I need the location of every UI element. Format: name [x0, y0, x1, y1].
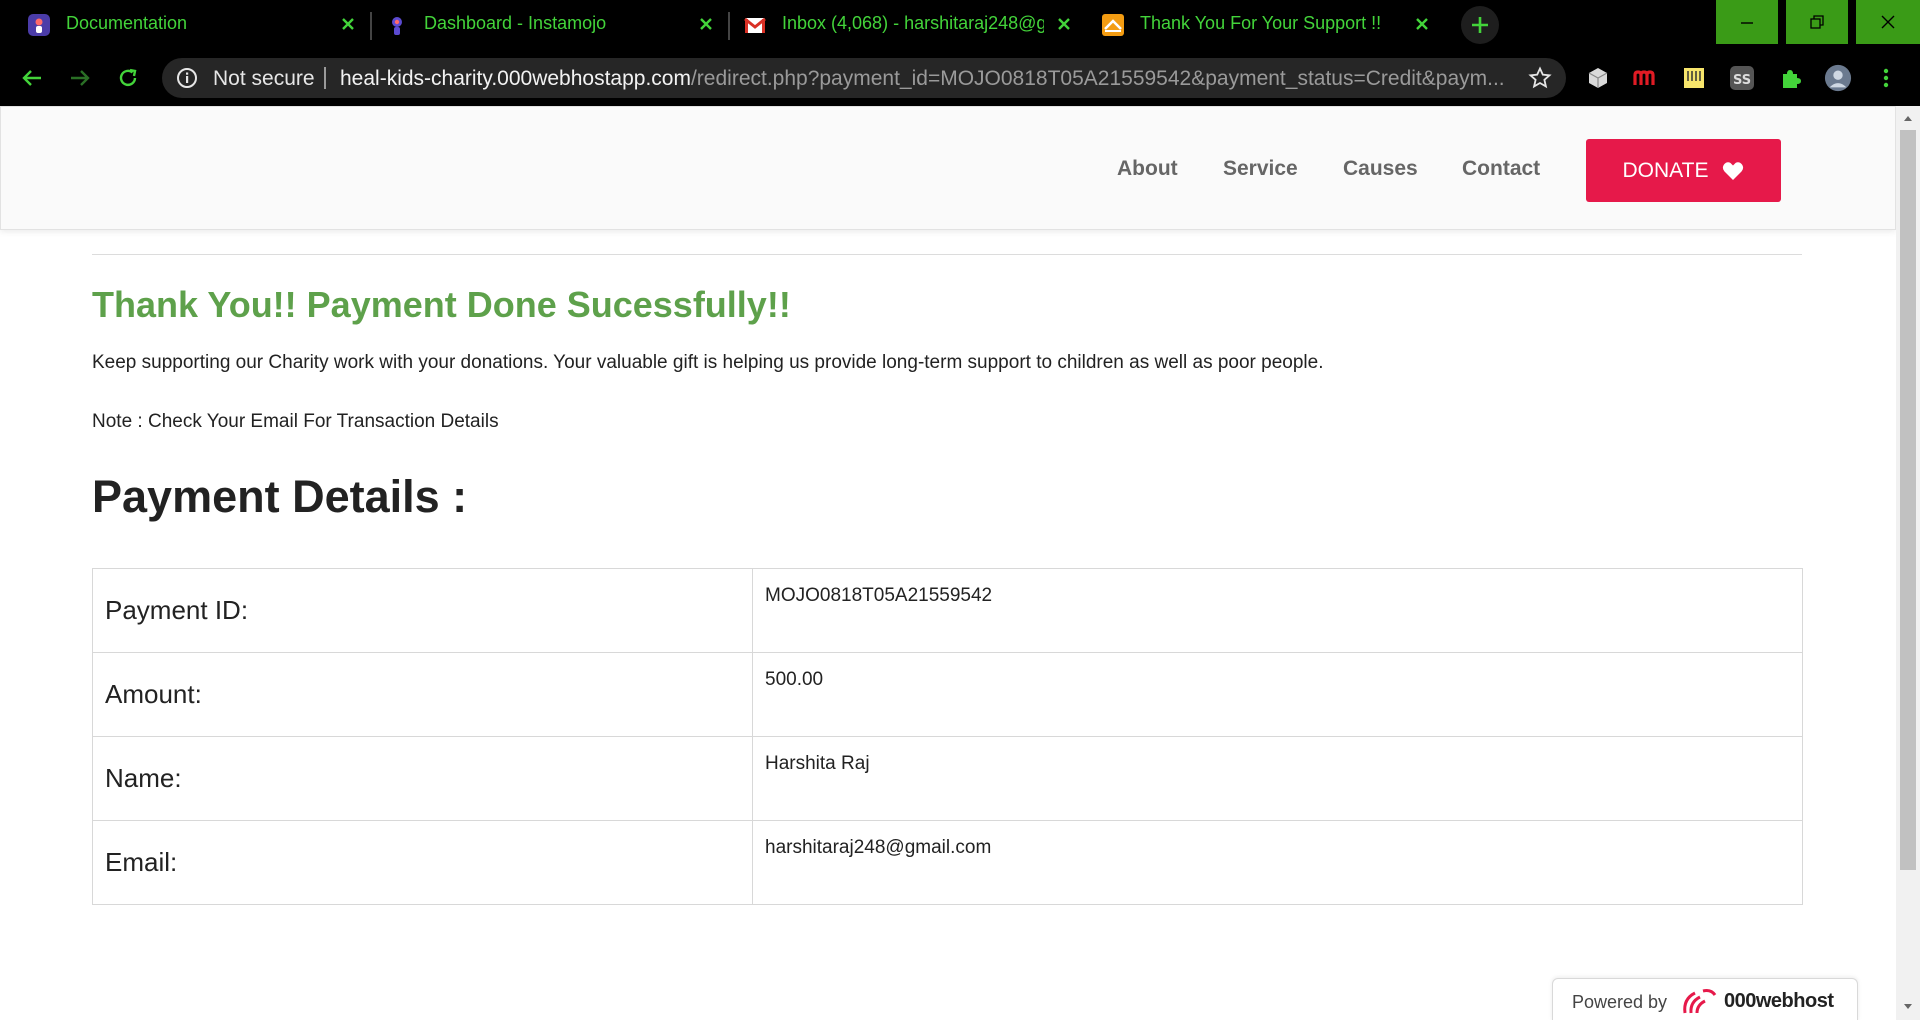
- browser-tab-bar: Documentation Dashboard - Instamojo Inbo…: [0, 0, 1920, 50]
- restore-button[interactable]: [1786, 0, 1848, 44]
- gmail-icon: [744, 17, 766, 33]
- reload-icon: [119, 68, 137, 87]
- cube-extension-icon[interactable]: [1584, 64, 1612, 92]
- heart-icon: [1723, 161, 1744, 180]
- content-divider: [92, 254, 1802, 255]
- payment-success-heading: Thank You!! Payment Done Sucessfully!!: [92, 284, 791, 325]
- payment-details-heading: Payment Details :: [92, 471, 468, 522]
- svg-text:SS: SS: [1733, 73, 1751, 88]
- security-label: Not secure: [213, 67, 315, 90]
- new-tab-button[interactable]: [1461, 6, 1499, 44]
- payment-id-label: Payment ID:: [92, 568, 753, 653]
- close-window-button[interactable]: [1856, 0, 1920, 44]
- url-host: heal-kids-charity.000webhostapp.com: [340, 67, 691, 90]
- info-icon[interactable]: [176, 67, 198, 89]
- url-path: /redirect.php?payment_id=MOJO0818T05A215…: [690, 67, 1505, 90]
- amount-value: 500.00: [752, 652, 1803, 737]
- donate-label: DONATE: [1622, 158, 1709, 182]
- restore-icon: [1810, 15, 1824, 29]
- powered-by-label: Powered by: [1572, 992, 1668, 1012]
- payment-id-value: MOJO0818T05A21559542: [752, 568, 1803, 653]
- email-label: Email:: [92, 820, 753, 905]
- scroll-up-arrow-icon[interactable]: [1900, 110, 1916, 126]
- address-bar[interactable]: Not secure heal-kids-charity.000webhosta…: [162, 58, 1566, 98]
- email-value: harshitaraj248@gmail.com: [752, 820, 1803, 905]
- tab-title: Thank You For Your Support !!: [1140, 13, 1382, 33]
- instamojo-icon: [392, 17, 402, 35]
- name-label: Name:: [92, 736, 753, 821]
- menu-kebab-icon[interactable]: [1872, 64, 1900, 92]
- tab-title: Dashboard - Instamojo: [424, 13, 607, 33]
- nav-link-contact[interactable]: Contact: [1462, 157, 1540, 181]
- tab-title: Documentation: [66, 13, 188, 33]
- table-row: Payment ID: MOJO0818T05A21559542: [92, 568, 1803, 653]
- tab-close-icon[interactable]: [1408, 10, 1436, 38]
- support-message: Keep supporting our Charity work with yo…: [92, 352, 1324, 373]
- profile-avatar[interactable]: [1824, 64, 1852, 92]
- nav-link-about[interactable]: About: [1117, 157, 1178, 181]
- m-extension-icon[interactable]: [1632, 64, 1660, 92]
- notes-extension-icon[interactable]: [1680, 64, 1708, 92]
- tab-thank-you-active[interactable]: Thank You For Your Support !!: [1074, 0, 1442, 50]
- bookmark-star-icon[interactable]: [1528, 66, 1552, 90]
- arrow-left-icon: [22, 70, 41, 86]
- table-row: Email: harshitaraj248@gmail.com: [92, 820, 1803, 905]
- scroll-down-arrow-icon[interactable]: [1900, 999, 1916, 1015]
- tab-dashboard-instamojo[interactable]: Dashboard - Instamojo: [358, 0, 726, 50]
- amount-label: Amount:: [92, 652, 753, 737]
- donate-button[interactable]: DONATE: [1586, 139, 1781, 202]
- powered-by-badge[interactable]: Powered by 000webhost: [1552, 978, 1858, 1020]
- page-viewport: About Service Causes Contact DONATE Than…: [0, 106, 1896, 1020]
- table-row: Amount: 500.00: [92, 652, 1803, 737]
- url-text[interactable]: heal-kids-charity.000webhostapp.com/redi…: [340, 67, 1505, 91]
- arrow-right-icon: [71, 70, 90, 86]
- minimize-button[interactable]: [1716, 0, 1778, 44]
- puzzle-extensions-icon[interactable]: [1776, 64, 1804, 92]
- name-value: Harshita Raj: [752, 736, 1803, 821]
- 000webhost-logo-icon: [1683, 989, 1717, 1014]
- nav-link-service[interactable]: Service: [1223, 157, 1298, 181]
- instamojo-icon: [28, 14, 50, 36]
- forward-button[interactable]: [64, 62, 96, 94]
- 000webhost-icon: [1102, 14, 1124, 36]
- back-button[interactable]: [16, 62, 48, 94]
- powered-by-brand: 000webhost: [1724, 990, 1834, 1012]
- tab-gmail-inbox[interactable]: Inbox (4,068) - harshitaraj248@gmail.com: [716, 0, 1084, 50]
- table-row: Name: Harshita Raj: [92, 736, 1803, 821]
- site-header: About Service Causes Contact DONATE: [0, 106, 1896, 230]
- url-divider: [324, 67, 326, 89]
- payment-details-table: Payment ID: MOJO0818T05A21559542 Amount:…: [92, 568, 1803, 905]
- minimize-icon: [1741, 22, 1753, 24]
- ss-extension-icon[interactable]: SS: [1728, 64, 1756, 92]
- close-icon: [1881, 15, 1895, 29]
- reload-button[interactable]: [112, 62, 144, 94]
- tab-documentation[interactable]: Documentation: [0, 0, 368, 50]
- scrollbar-thumb[interactable]: [1900, 130, 1916, 870]
- transaction-note: Note : Check Your Email For Transaction …: [92, 411, 499, 432]
- plus-icon: [1472, 17, 1488, 33]
- tab-title: Inbox (4,068) - harshitaraj248@gmail.com: [782, 13, 1044, 33]
- nav-link-causes[interactable]: Causes: [1343, 157, 1418, 181]
